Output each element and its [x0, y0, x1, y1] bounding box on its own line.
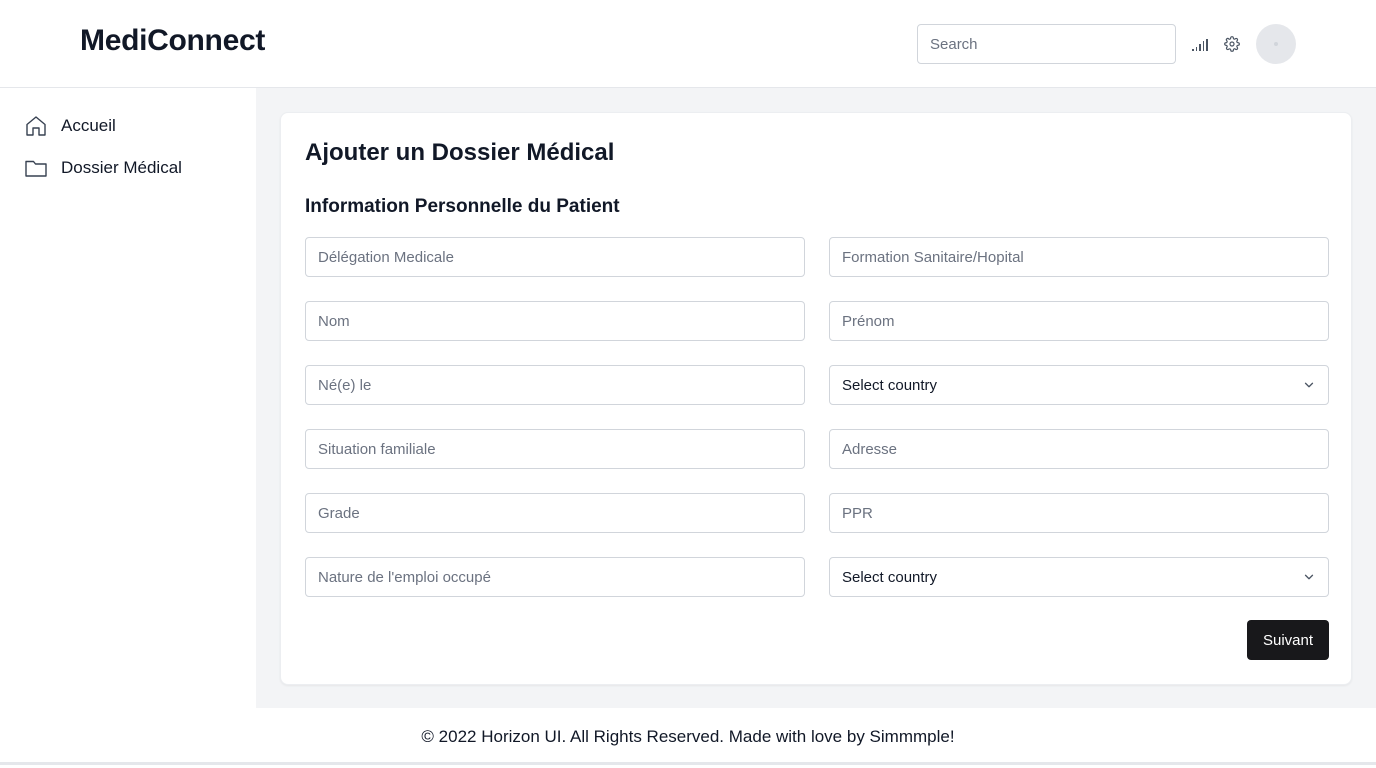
- brand-logo[interactable]: MediConnect: [80, 24, 265, 58]
- formation-sanitaire-field[interactable]: [829, 237, 1329, 277]
- ppr-field[interactable]: [829, 493, 1329, 533]
- country-select-value: Select country: [842, 376, 938, 394]
- grade-field[interactable]: [305, 493, 805, 533]
- nature-emploi-field[interactable]: [305, 557, 805, 597]
- adresse-field[interactable]: [829, 429, 1329, 469]
- date-of-birth-field[interactable]: [305, 365, 805, 405]
- home-icon: [26, 116, 46, 136]
- delegation-medicale-field[interactable]: [305, 237, 805, 277]
- footer: © 2022 Horizon UI. All Rights Reserved. …: [0, 708, 1376, 765]
- next-button[interactable]: Suivant: [1247, 620, 1329, 660]
- gear-icon[interactable]: [1224, 36, 1240, 52]
- main-content: Ajouter un Dossier Médical Information P…: [256, 88, 1376, 708]
- country-select-2[interactable]: Select country: [829, 557, 1329, 597]
- sidebar-item-label: Dossier Médical: [61, 158, 182, 177]
- prenom-field[interactable]: [829, 301, 1329, 341]
- country-select[interactable]: Select country: [829, 365, 1329, 405]
- top-header: MediConnect: [0, 0, 1376, 88]
- situation-familiale-field[interactable]: [305, 429, 805, 469]
- page-title: Ajouter un Dossier Médical: [305, 139, 615, 166]
- footer-copyright: © 2022 Horizon UI. All Rights Reserved. …: [421, 727, 955, 746]
- section-title: Information Personnelle du Patient: [305, 196, 620, 217]
- chevron-down-icon: [1304, 382, 1314, 388]
- search-input[interactable]: [917, 24, 1176, 64]
- avatar[interactable]: [1256, 24, 1296, 64]
- folder-icon: [25, 160, 47, 177]
- sidebar-item-accueil[interactable]: Accueil: [24, 112, 116, 140]
- sidebar-item-label: Accueil: [61, 116, 116, 135]
- nom-field[interactable]: [305, 301, 805, 341]
- sidebar: Accueil Dossier Médical: [0, 88, 256, 708]
- country-select-value: Select country: [842, 568, 938, 586]
- sidebar-item-dossier-medical[interactable]: Dossier Médical: [24, 154, 182, 182]
- signal-icon[interactable]: [1192, 37, 1208, 51]
- form-card: Ajouter un Dossier Médical Information P…: [280, 112, 1352, 685]
- chevron-down-icon: [1304, 574, 1314, 580]
